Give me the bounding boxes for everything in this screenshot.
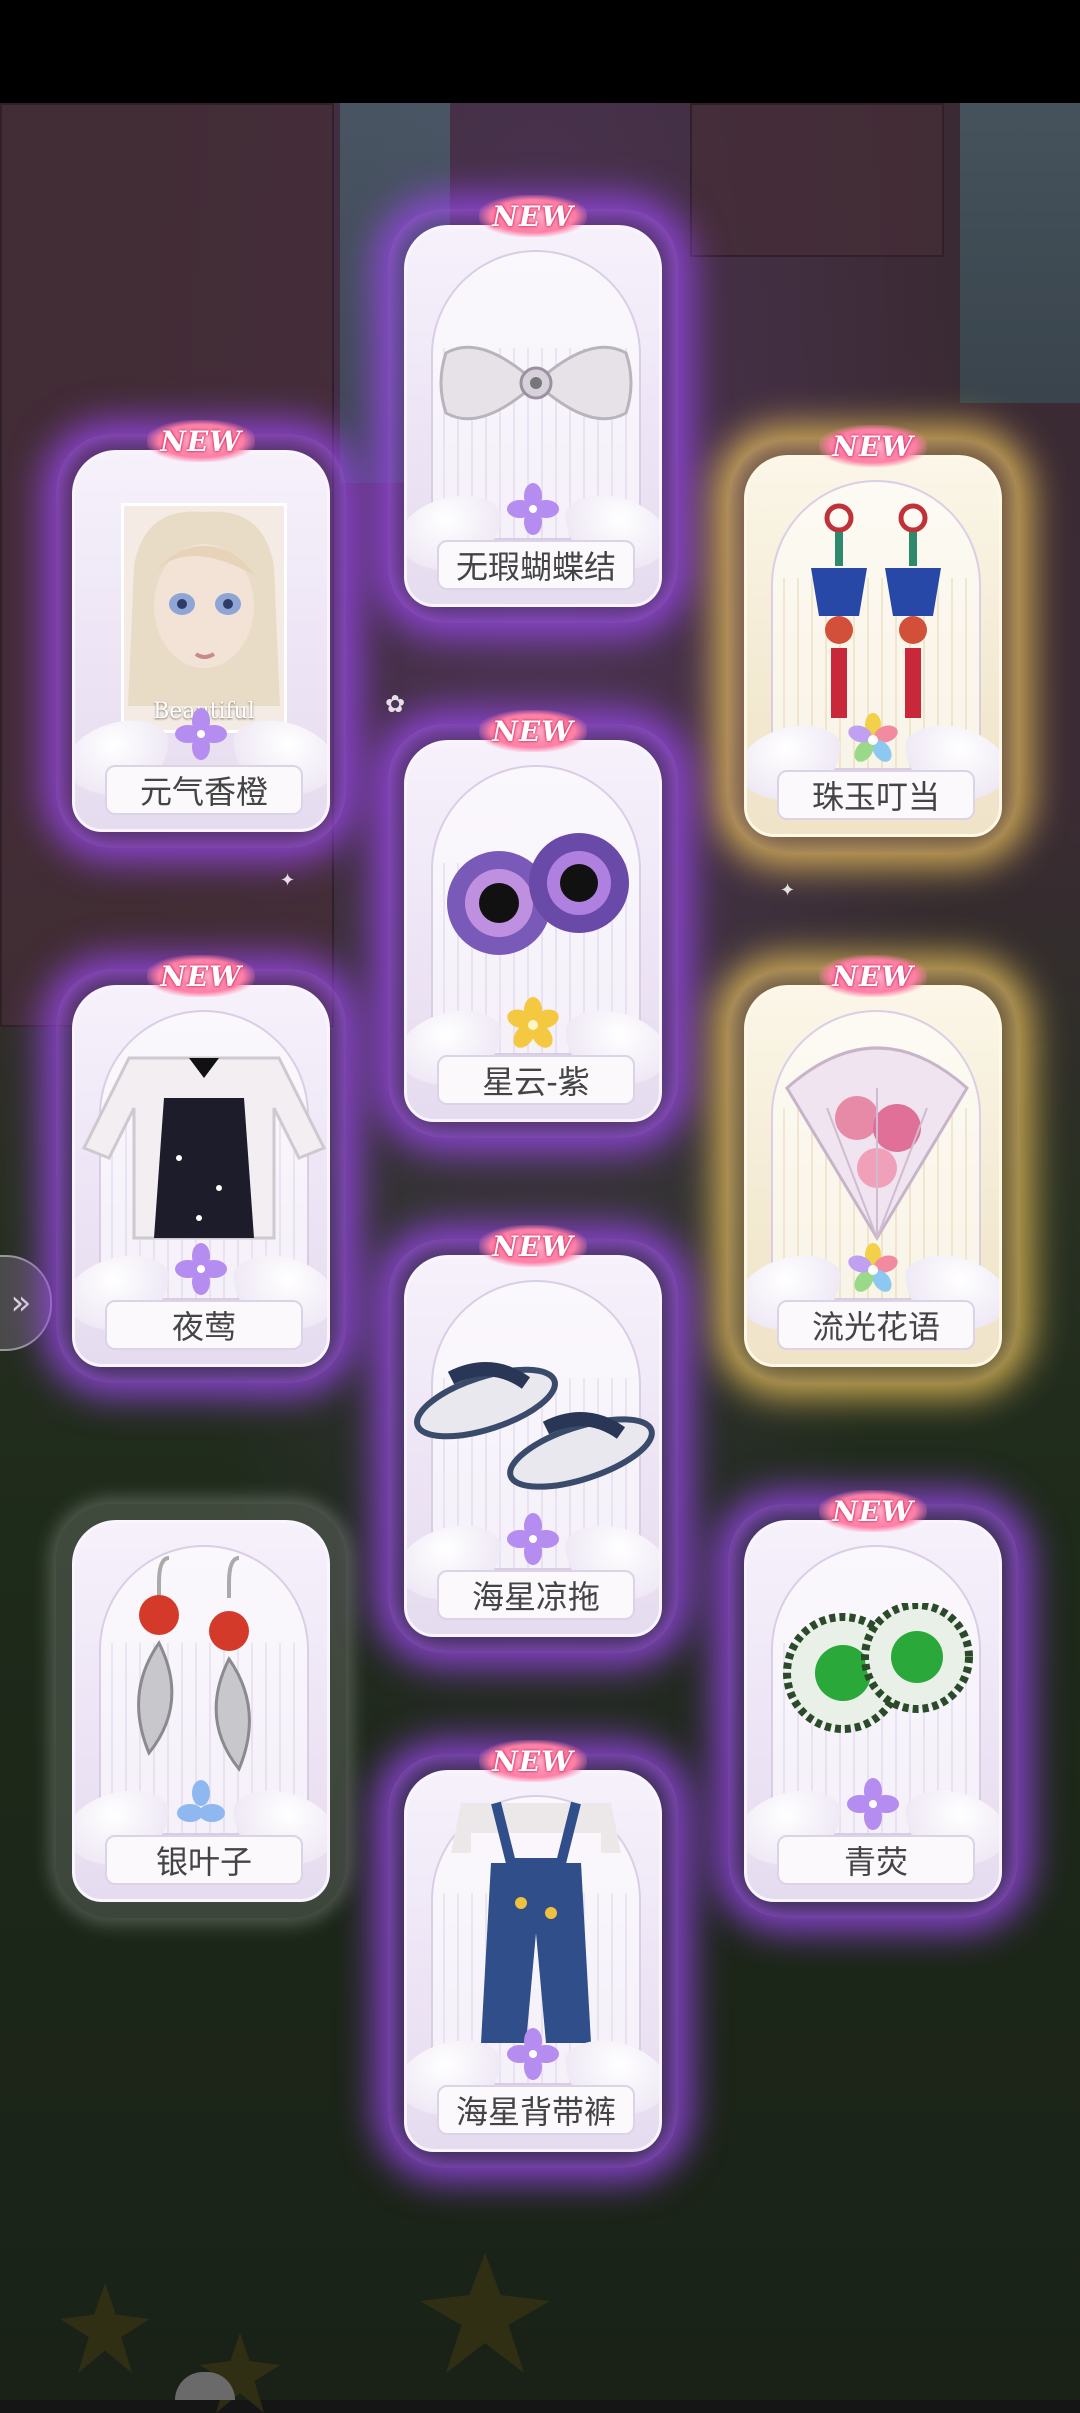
wall-panel bbox=[690, 103, 944, 257]
item-name: 流光花语 bbox=[777, 1300, 975, 1350]
item-name: 青荧 bbox=[777, 1835, 975, 1885]
window bbox=[960, 103, 1080, 403]
new-badge: NEW bbox=[479, 1225, 587, 1267]
card-frame: 星云-紫 bbox=[404, 740, 662, 1122]
fan-icon bbox=[785, 1046, 969, 1241]
reward-card-c3[interactable]: 珠玉叮当 NEW bbox=[728, 425, 1018, 853]
flower-icon bbox=[507, 483, 559, 535]
flower-icon bbox=[175, 708, 227, 760]
reward-card-c10[interactable]: 海星背带裤 NEW bbox=[388, 1740, 678, 2168]
chevron-right-icon: » bbox=[10, 1283, 32, 1323]
reward-card-c9[interactable]: 青荧 NEW bbox=[728, 1490, 1018, 1918]
sparkle-icon: ✦ bbox=[280, 870, 296, 891]
overalls-icon bbox=[451, 1801, 621, 2043]
card-frame: 无瑕蝴蝶结 bbox=[404, 225, 662, 607]
reward-card-c8[interactable]: 银叶子 bbox=[56, 1504, 346, 1918]
rainbow-flower-icon bbox=[848, 1243, 898, 1292]
new-badge: NEW bbox=[479, 1740, 587, 1782]
sparkle-icon: ✦ bbox=[780, 880, 796, 901]
item-name: 星云-紫 bbox=[437, 1055, 635, 1105]
new-badge: NEW bbox=[819, 1490, 927, 1532]
reward-card-c4[interactable]: 星云-紫 NEW bbox=[388, 710, 678, 1138]
outfit-icon bbox=[81, 1056, 327, 1240]
card-frame: 青荧 bbox=[744, 1520, 1002, 1902]
card-frame: 夜莺 bbox=[72, 985, 330, 1367]
new-badge: NEW bbox=[819, 955, 927, 997]
new-badge: NEW bbox=[147, 420, 255, 462]
earrings-icon bbox=[811, 503, 941, 718]
status-bar bbox=[0, 0, 1080, 103]
flower-icon bbox=[177, 1780, 225, 1822]
rainbow-flower-icon bbox=[848, 713, 898, 762]
new-badge: NEW bbox=[819, 425, 927, 467]
new-badge: NEW bbox=[479, 710, 587, 752]
bow-icon bbox=[439, 345, 633, 421]
item-name: 元气香橙 bbox=[105, 765, 303, 815]
eyes-icon bbox=[447, 833, 629, 955]
green-eyes-icon bbox=[783, 1603, 973, 1733]
ground-leaf bbox=[60, 2283, 150, 2373]
flower-icon bbox=[175, 1243, 227, 1295]
flower-icon bbox=[847, 1778, 899, 1830]
item-name: 海星背带裤 bbox=[437, 2085, 635, 2135]
reward-card-c6[interactable]: 流光花语 NEW bbox=[728, 955, 1018, 1383]
card-frame: Beautiful 元气香橙 bbox=[72, 450, 330, 832]
item-name: 银叶子 bbox=[105, 1835, 303, 1885]
item-name: 珠玉叮当 bbox=[777, 770, 975, 820]
portrait-image: Beautiful bbox=[121, 503, 287, 733]
new-badge: NEW bbox=[479, 195, 587, 237]
flower-icon bbox=[507, 1513, 559, 1565]
new-badge: NEW bbox=[147, 955, 255, 997]
reward-card-c5[interactable]: 夜莺 NEW bbox=[56, 955, 346, 1383]
flower-icon bbox=[507, 2028, 559, 2080]
reward-card-c1[interactable]: Beautiful 元气香橙 NEW bbox=[56, 420, 346, 848]
card-frame: 流光花语 bbox=[744, 985, 1002, 1367]
leaf-earrings-icon bbox=[137, 1556, 251, 1772]
item-name: 无瑕蝴蝶结 bbox=[437, 540, 635, 590]
item-name: 海星凉拖 bbox=[437, 1570, 635, 1620]
card-frame: 珠玉叮当 bbox=[744, 455, 1002, 837]
ground-leaf bbox=[420, 2253, 550, 2373]
item-name: 夜莺 bbox=[105, 1300, 303, 1350]
card-frame: 银叶子 bbox=[72, 1520, 330, 1902]
doll-face-icon bbox=[128, 511, 280, 706]
flower-icon bbox=[507, 997, 559, 1048]
reward-card-c2[interactable]: 无瑕蝴蝶结 NEW bbox=[388, 195, 678, 623]
sparkle-icon: ✿ bbox=[385, 690, 406, 718]
card-frame: 海星背带裤 bbox=[404, 1770, 662, 2152]
slippers-icon bbox=[414, 1362, 655, 1490]
reward-card-c7[interactable]: 海星凉拖 NEW bbox=[388, 1225, 678, 1653]
card-frame: 海星凉拖 bbox=[404, 1255, 662, 1637]
